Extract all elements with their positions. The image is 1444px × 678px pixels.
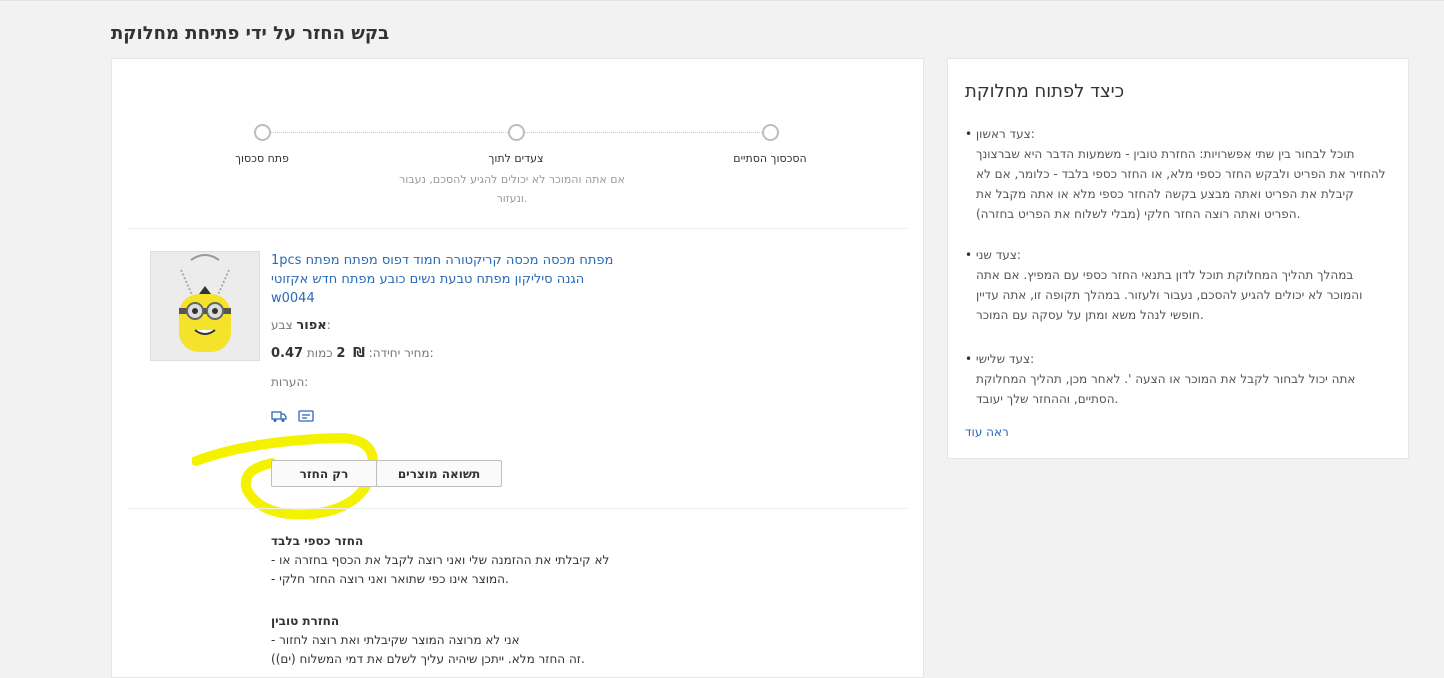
product-icons-row bbox=[271, 408, 320, 427]
divider bbox=[128, 508, 907, 509]
side-step-3: • צעד שלישי: אתה יכול לבחור לקבל את המוכ… bbox=[965, 349, 1390, 409]
how-to-dispute-panel: כיצד לפתוח מחלוקת • צעד ראשון: תוכל לבחו… bbox=[947, 58, 1409, 459]
unit-price-label: מחיר יחידה: bbox=[368, 346, 430, 360]
side-step-label: צעד שלישי: bbox=[975, 352, 1035, 366]
side-step-text: תוכל לבחור בין שתי אפשרויות: החזרת טובין… bbox=[976, 147, 1386, 221]
side-step-label: צעד ראשון: bbox=[975, 127, 1035, 141]
return-info-title: החזרת טובין bbox=[271, 614, 340, 628]
qty-value: 2 bbox=[336, 346, 346, 361]
refund-only-info: החזר כספי בלבד - לא קיבלתי את ההזמנה שלי… bbox=[271, 532, 609, 589]
color-value: אפור bbox=[296, 318, 327, 333]
step-dot-open bbox=[254, 124, 271, 141]
refund-only-line: - המוצר אינו כפי שתואר ואני רוצה החזר חל… bbox=[271, 572, 509, 586]
currency-symbol: ₪ bbox=[353, 346, 365, 361]
side-step-label: צעד שני: bbox=[975, 248, 1021, 262]
return-info-line: (זה החזר מלא. ייתכן שיהיה עליך לשלם את ד… bbox=[271, 652, 585, 666]
order-card-icon[interactable] bbox=[298, 408, 314, 422]
dispute-form-card: פתח סכסוך צעדים לתוך הסכסוך הסתיים אם את… bbox=[111, 58, 924, 678]
step-dot-intervene bbox=[508, 124, 525, 141]
return-products-button[interactable]: תשואה מוצרים bbox=[376, 460, 502, 487]
product-color-row: אפור צבע: bbox=[271, 318, 331, 333]
shipping-truck-icon[interactable] bbox=[271, 408, 287, 422]
step-label-open: פתח סכסוך bbox=[235, 152, 289, 165]
side-step-text: במהלך תהליך המחלוקת תוכל לדון בתנאי החזר… bbox=[976, 268, 1363, 322]
product-image[interactable] bbox=[150, 251, 260, 361]
step-dot-closed bbox=[762, 124, 779, 141]
refund-only-button[interactable]: רק החזר bbox=[271, 460, 377, 487]
return-info: החזרת טובין - אני לא מרוצה המוצר שקיבלתי… bbox=[271, 612, 585, 669]
notes-label: הערות: bbox=[271, 375, 309, 389]
step-desc-intervene: אם אתה והמוכר לא יכולים להגיע להסכם, נעב… bbox=[399, 173, 625, 205]
page-title: בקש החזר על ידי פתיחת מחלוקת bbox=[111, 23, 390, 44]
divider bbox=[128, 228, 907, 229]
side-step-text: אתה יכול לבחור לקבל את המוכר או הצעה '. … bbox=[976, 372, 1356, 406]
step-label-closed: הסכסוך הסתיים bbox=[733, 152, 807, 165]
side-title: כיצד לפתוח מחלוקת bbox=[965, 81, 1125, 102]
see-more-link[interactable]: ראה עוד bbox=[965, 425, 1009, 439]
step-label-intervene: צעדים לתוך bbox=[488, 152, 544, 165]
refund-only-line: - לא קיבלתי את ההזמנה שלי ואני רוצה לקבל… bbox=[271, 553, 610, 567]
refund-only-title: החזר כספי בלבד bbox=[271, 534, 364, 548]
product-title-link[interactable]: 1pcs מפתח מכסה מכסה קריקטורה חמוד דפוס מ… bbox=[271, 251, 616, 308]
unit-price-value: 0.47 bbox=[271, 346, 304, 361]
side-step-1: • צעד ראשון: תוכל לבחור בין שתי אפשרויות… bbox=[965, 124, 1390, 224]
side-step-2: • צעד שני: במהלך תהליך המחלוקת תוכל לדון… bbox=[965, 245, 1390, 325]
return-info-line: - אני לא מרוצה המוצר שקיבלתי ואת רוצה לח… bbox=[271, 633, 520, 647]
product-price-row: 0.47 מחיר יחידה: ₪ 2 כמות: bbox=[271, 346, 434, 361]
